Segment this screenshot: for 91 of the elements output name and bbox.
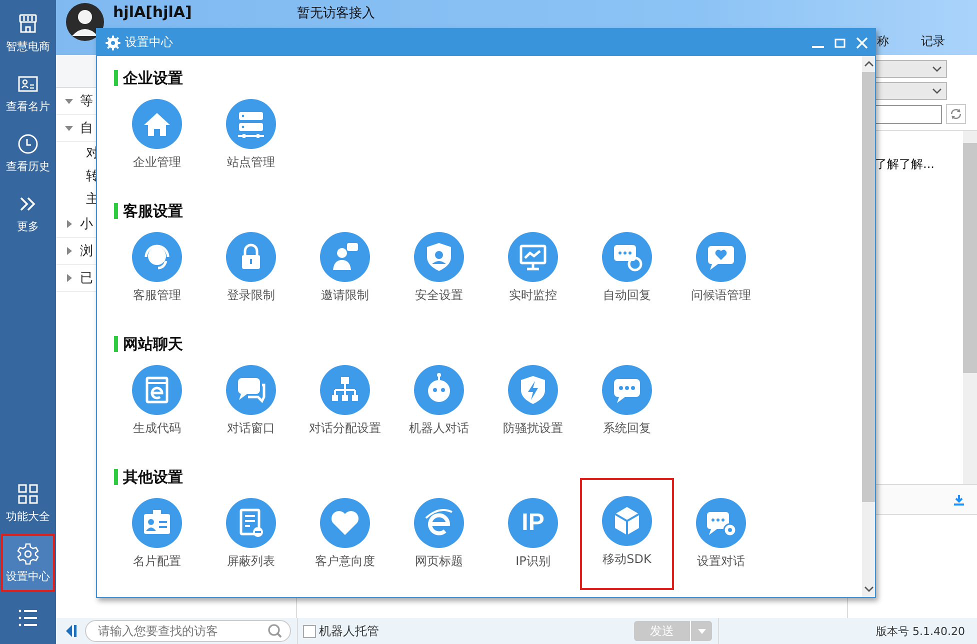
refresh-icon <box>949 107 963 121</box>
settings-option[interactable]: 企业管理 <box>110 97 204 173</box>
id-card-icon <box>132 498 182 548</box>
header-tab[interactable]: 称 <box>877 33 889 55</box>
settings-option[interactable]: 实时监控 <box>486 230 580 306</box>
close-icon <box>856 36 868 48</box>
caret-down-icon <box>64 123 74 133</box>
version-text: 版本号 5.1.40.20 <box>876 624 965 638</box>
checkbox[interactable] <box>303 624 316 638</box>
settings-option[interactable]: 登录限制 <box>204 230 298 306</box>
message-preview: 了解了解... <box>875 156 934 173</box>
dialog-title: 设置中心 <box>125 34 173 51</box>
settings-option[interactable]: 自动回复 <box>580 230 674 306</box>
user-name: hjlA[hjlA] <box>113 3 193 21</box>
settings-option[interactable]: 问候语管理 <box>674 230 768 306</box>
chat-refresh-icon <box>602 232 652 282</box>
hierarchy-icon <box>320 365 370 415</box>
chevron-down-icon <box>932 86 942 96</box>
download-icon <box>953 494 965 506</box>
cube-icon <box>602 496 652 546</box>
caret-down-icon <box>696 626 706 636</box>
document-icon <box>226 498 276 548</box>
house-icon <box>132 99 182 149</box>
sidebar-item[interactable]: 设置中心 <box>1 534 55 592</box>
shield-bolt-icon <box>508 365 558 415</box>
chevron-up-icon <box>864 59 874 69</box>
settings-option[interactable]: 网页标题 <box>392 496 486 574</box>
grid-icon <box>16 482 40 506</box>
section-marker <box>114 70 118 86</box>
maximize-icon <box>834 36 846 48</box>
status-text: 暂无访客接入 <box>297 5 375 22</box>
section-marker <box>114 336 118 352</box>
settings-option[interactable]: 客服管理 <box>110 230 204 306</box>
section-title: 网站聊天 <box>123 334 183 354</box>
sidebar-item[interactable]: 更多 <box>1 184 55 242</box>
settings-option[interactable]: 系统回复 <box>580 363 674 439</box>
ip-icon: IP <box>508 498 558 548</box>
sidebar-item[interactable]: 查看名片 <box>1 64 55 122</box>
settings-option[interactable]: 防骚扰设置 <box>486 363 580 439</box>
settings-option[interactable]: 安全设置 <box>392 230 486 306</box>
settings-option[interactable]: 客户意向度 <box>298 496 392 574</box>
settings-option[interactable]: 机器人对话 <box>392 363 486 439</box>
settings-option[interactable]: 站点管理 <box>204 97 298 173</box>
caret-down-icon <box>64 96 74 106</box>
headset-icon <box>132 232 182 282</box>
section-title: 客服设置 <box>123 202 183 220</box>
caret-right-icon <box>64 273 74 283</box>
settings-option[interactable]: 屏蔽列表 <box>204 496 298 574</box>
robot-icon <box>414 365 464 415</box>
refresh-button[interactable] <box>946 104 966 124</box>
settings-option[interactable]: 移动SDK <box>580 478 674 590</box>
scrollbar[interactable] <box>862 56 875 597</box>
send-menu-button[interactable] <box>690 621 712 641</box>
collapse-icon <box>65 624 77 638</box>
section-marker <box>114 469 118 485</box>
settings-option[interactable]: 邀请限制 <box>298 230 392 306</box>
settings-icon <box>16 542 40 566</box>
scrollbar[interactable] <box>963 131 977 484</box>
settings-option[interactable]: 对话窗口 <box>204 363 298 439</box>
lock-icon <box>226 232 276 282</box>
sidebar-item[interactable]: 查看历史 <box>1 124 55 182</box>
chat-dots-icon <box>602 365 652 415</box>
chat-gear-icon <box>696 498 746 548</box>
settings-option[interactable]: 生成代码 <box>110 363 204 439</box>
sidebar-item[interactable]: 智慧电商 <box>1 4 55 62</box>
checkbox-label: 机器人托管 <box>319 622 379 640</box>
chevron-down-icon <box>932 64 942 74</box>
section-marker <box>114 203 118 219</box>
chevron-down-icon <box>864 584 874 594</box>
e-icon <box>414 498 464 548</box>
server-icon <box>226 99 276 149</box>
settings-option[interactable]: 对话分配设置 <box>298 363 392 439</box>
browser-icon <box>132 365 182 415</box>
header-tab[interactable]: 记录 <box>921 33 945 55</box>
clock-icon <box>16 132 40 156</box>
person-chat-icon <box>320 232 370 282</box>
settings-option[interactable]: 名片配置 <box>110 496 204 574</box>
monitor-icon <box>508 232 558 282</box>
section-title: 其他设置 <box>123 468 183 486</box>
section-title: 企业设置 <box>123 68 183 88</box>
search-field[interactable]: 请输入您要查找的访客 <box>85 620 291 642</box>
settings-option[interactable]: IP IP识别 <box>486 496 580 574</box>
search-icon <box>267 623 283 639</box>
minimize-icon <box>812 46 824 48</box>
chat-bubbles-icon <box>226 365 276 415</box>
settings-icon <box>105 34 121 50</box>
settings-option[interactable]: 设置对话 <box>674 496 768 574</box>
shield-icon <box>414 232 464 282</box>
sidebar-item[interactable]: 功能大全 <box>1 474 55 532</box>
caret-right-icon <box>64 246 74 256</box>
caret-right-icon <box>64 219 74 229</box>
